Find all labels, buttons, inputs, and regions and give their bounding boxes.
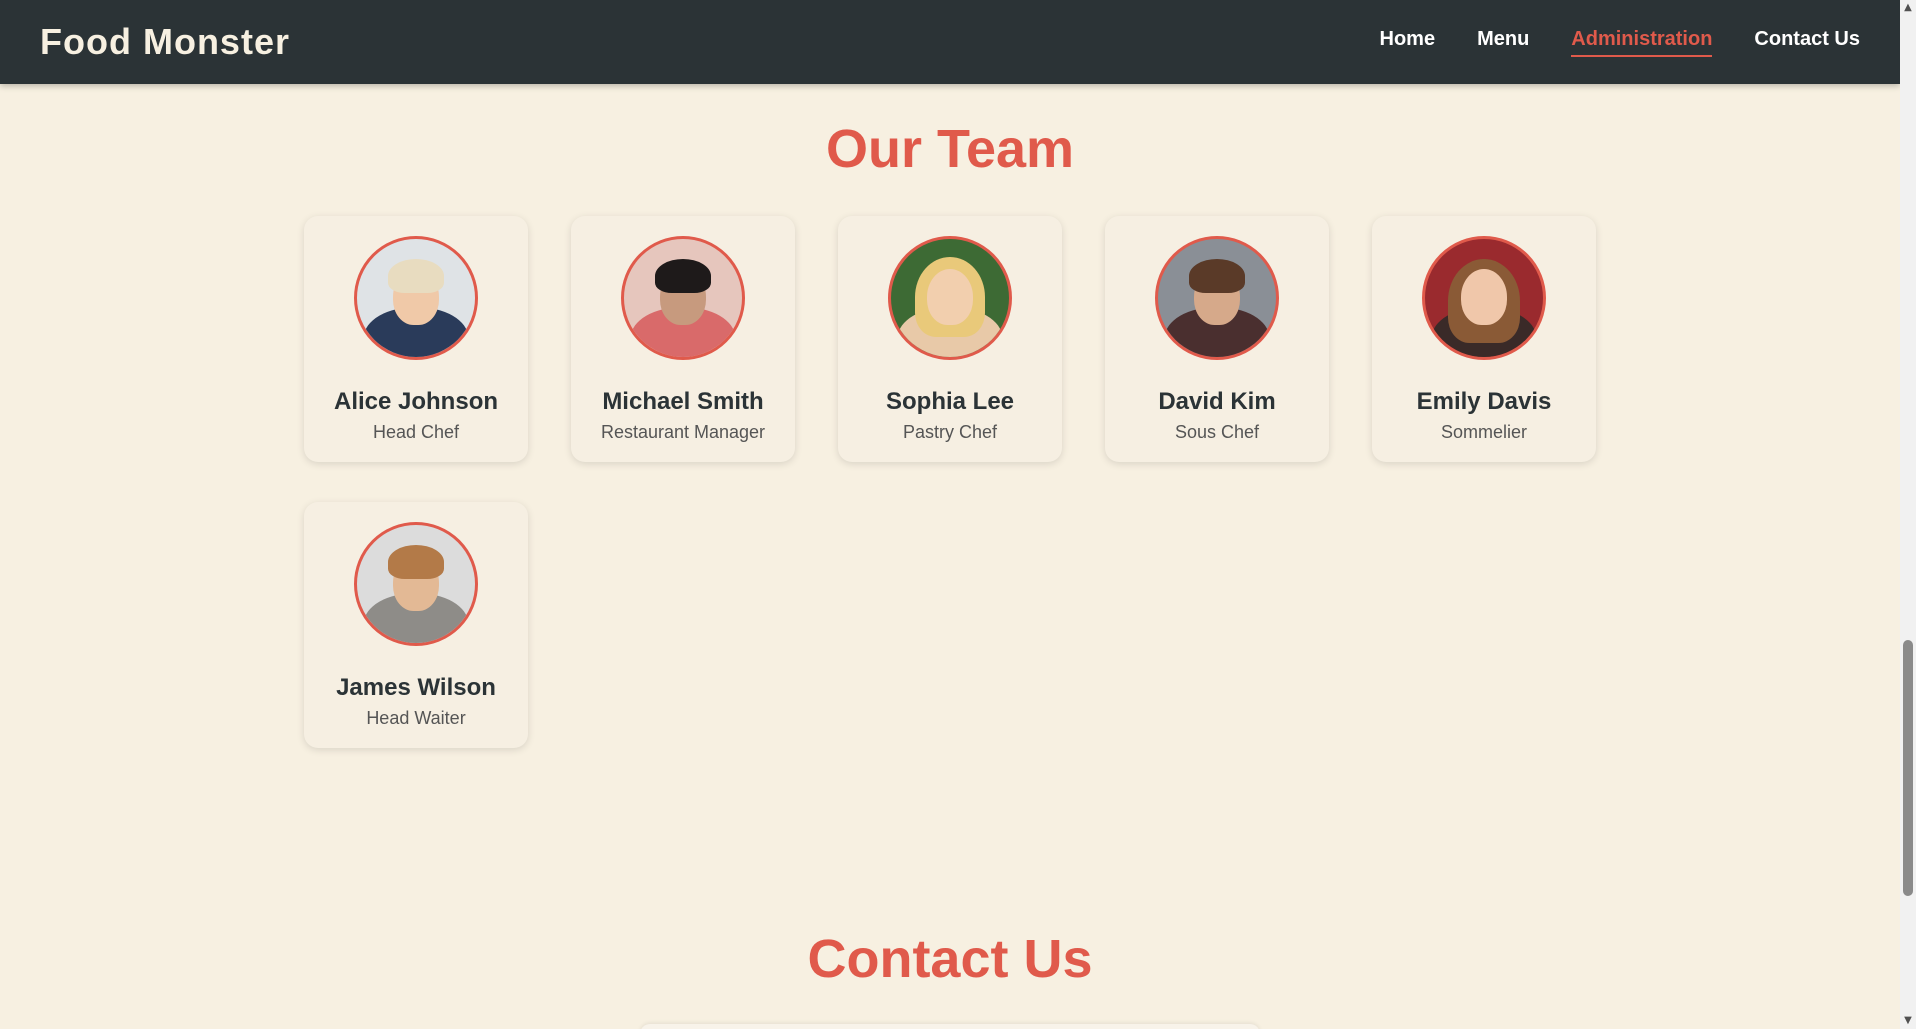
avatar-photo [621,236,745,360]
vertical-scrollbar[interactable]: ▲ ▼ [1900,0,1916,1029]
nav-links: Home Menu Administration Contact Us [1380,28,1860,57]
avatar-photo [354,522,478,646]
nav-link-home[interactable]: Home [1380,28,1436,57]
member-role: Head Waiter [366,708,466,728]
page: Food Monster Home Menu Administration Co… [0,0,1900,1029]
avatar-photo [888,236,1012,360]
avatar-photo [1155,236,1279,360]
member-role: Restaurant Manager [600,422,766,442]
avatar-photo [1422,236,1546,360]
team-grid: Alice Johnson Head Chef Michael Smith Re… [304,216,1600,748]
team-section-title: Our Team [825,119,1075,179]
navbar: Food Monster Home Menu Administration Co… [0,0,1900,84]
nav-link-menu[interactable]: Menu [1477,28,1529,57]
avatar-photo [354,236,478,360]
scrollbar-thumb[interactable] [1903,640,1913,896]
contact-section-title: Contact Us [807,929,1093,989]
member-name: Sophia Lee [885,388,1015,415]
contact-form-card [640,1024,1260,1029]
team-card: Sophia Lee Pastry Chef [838,216,1062,462]
member-name: Michael Smith [602,388,764,415]
team-card: James Wilson Head Waiter [304,502,528,748]
triangle-down-icon[interactable]: ▼ [1900,1013,1916,1029]
team-card: Emily Davis Sommelier [1372,216,1596,462]
team-card: Michael Smith Restaurant Manager [571,216,795,462]
triangle-up-icon[interactable]: ▲ [1900,0,1916,16]
member-name: David Kim [1158,388,1276,415]
brand-logo[interactable]: Food Monster [40,21,290,63]
nav-link-administration[interactable]: Administration [1571,28,1713,57]
member-role: Head Chef [372,422,460,442]
member-role: Sommelier [1440,422,1528,442]
member-name: James Wilson [336,674,496,701]
team-card: David Kim Sous Chef [1105,216,1329,462]
member-role: Pastry Chef [902,422,998,442]
member-name: Emily Davis [1416,388,1552,415]
nav-link-contact-us[interactable]: Contact Us [1754,28,1860,57]
team-card: Alice Johnson Head Chef [304,216,528,462]
member-role: Sous Chef [1174,422,1260,442]
member-name: Alice Johnson [333,388,499,415]
